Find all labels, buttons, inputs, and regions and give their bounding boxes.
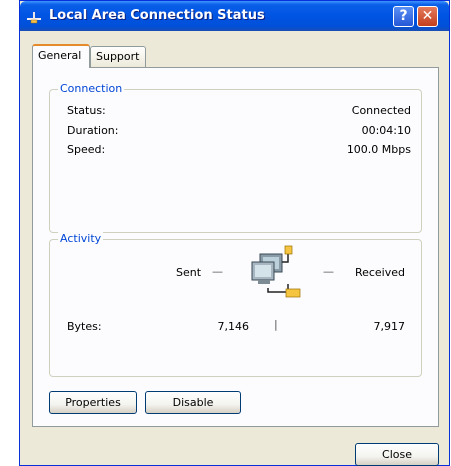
speed-value: 100.0 Mbps bbox=[346, 143, 411, 156]
title-bar[interactable]: Local Area Connection Status ? ✕ bbox=[20, 1, 449, 31]
duration-value: 00:04:10 bbox=[361, 124, 411, 137]
status-row: Status: Connected bbox=[67, 104, 411, 118]
tab-general[interactable]: General bbox=[32, 44, 90, 68]
properties-button[interactable]: Properties bbox=[49, 391, 137, 414]
speed-row: Speed: 100.0 Mbps bbox=[67, 143, 411, 157]
connection-group-label: Connection bbox=[58, 82, 125, 95]
bytes-sent-value: 7,146 bbox=[217, 320, 250, 333]
activity-group: Activity Sent — — Received Bytes: 7,146 … bbox=[49, 232, 422, 377]
speed-label: Speed: bbox=[67, 143, 106, 156]
bytes-received-value: 7,917 bbox=[373, 320, 406, 333]
activity-group-label: Activity bbox=[58, 232, 104, 245]
bytes-label: Bytes: bbox=[67, 320, 102, 333]
status-value: Connected bbox=[351, 104, 411, 117]
network-connection-icon bbox=[27, 12, 41, 24]
duration-row: Duration: 00:04:10 bbox=[67, 124, 411, 138]
title-close-button[interactable]: ✕ bbox=[417, 6, 438, 27]
tab-panel: Connection Status: Connected Duration: 0… bbox=[32, 67, 439, 427]
received-label: Received bbox=[354, 266, 405, 279]
received-dash: — bbox=[323, 265, 334, 278]
close-button[interactable]: Close bbox=[355, 443, 439, 466]
status-label: Status: bbox=[67, 104, 106, 117]
bytes-separator: | bbox=[274, 318, 278, 331]
tab-support[interactable]: Support bbox=[90, 46, 146, 67]
duration-label: Duration: bbox=[67, 124, 119, 137]
window-title: Local Area Connection Status bbox=[49, 8, 265, 23]
network-computers-icon bbox=[251, 245, 301, 298]
sent-label: Sent bbox=[176, 266, 202, 279]
connection-group: Connection Status: Connected Duration: 0… bbox=[49, 82, 422, 233]
sent-dash: — bbox=[212, 265, 223, 278]
help-button[interactable]: ? bbox=[393, 6, 414, 27]
status-window: Local Area Connection Status ? ✕ General… bbox=[19, 0, 450, 466]
disable-button[interactable]: Disable bbox=[145, 391, 241, 414]
